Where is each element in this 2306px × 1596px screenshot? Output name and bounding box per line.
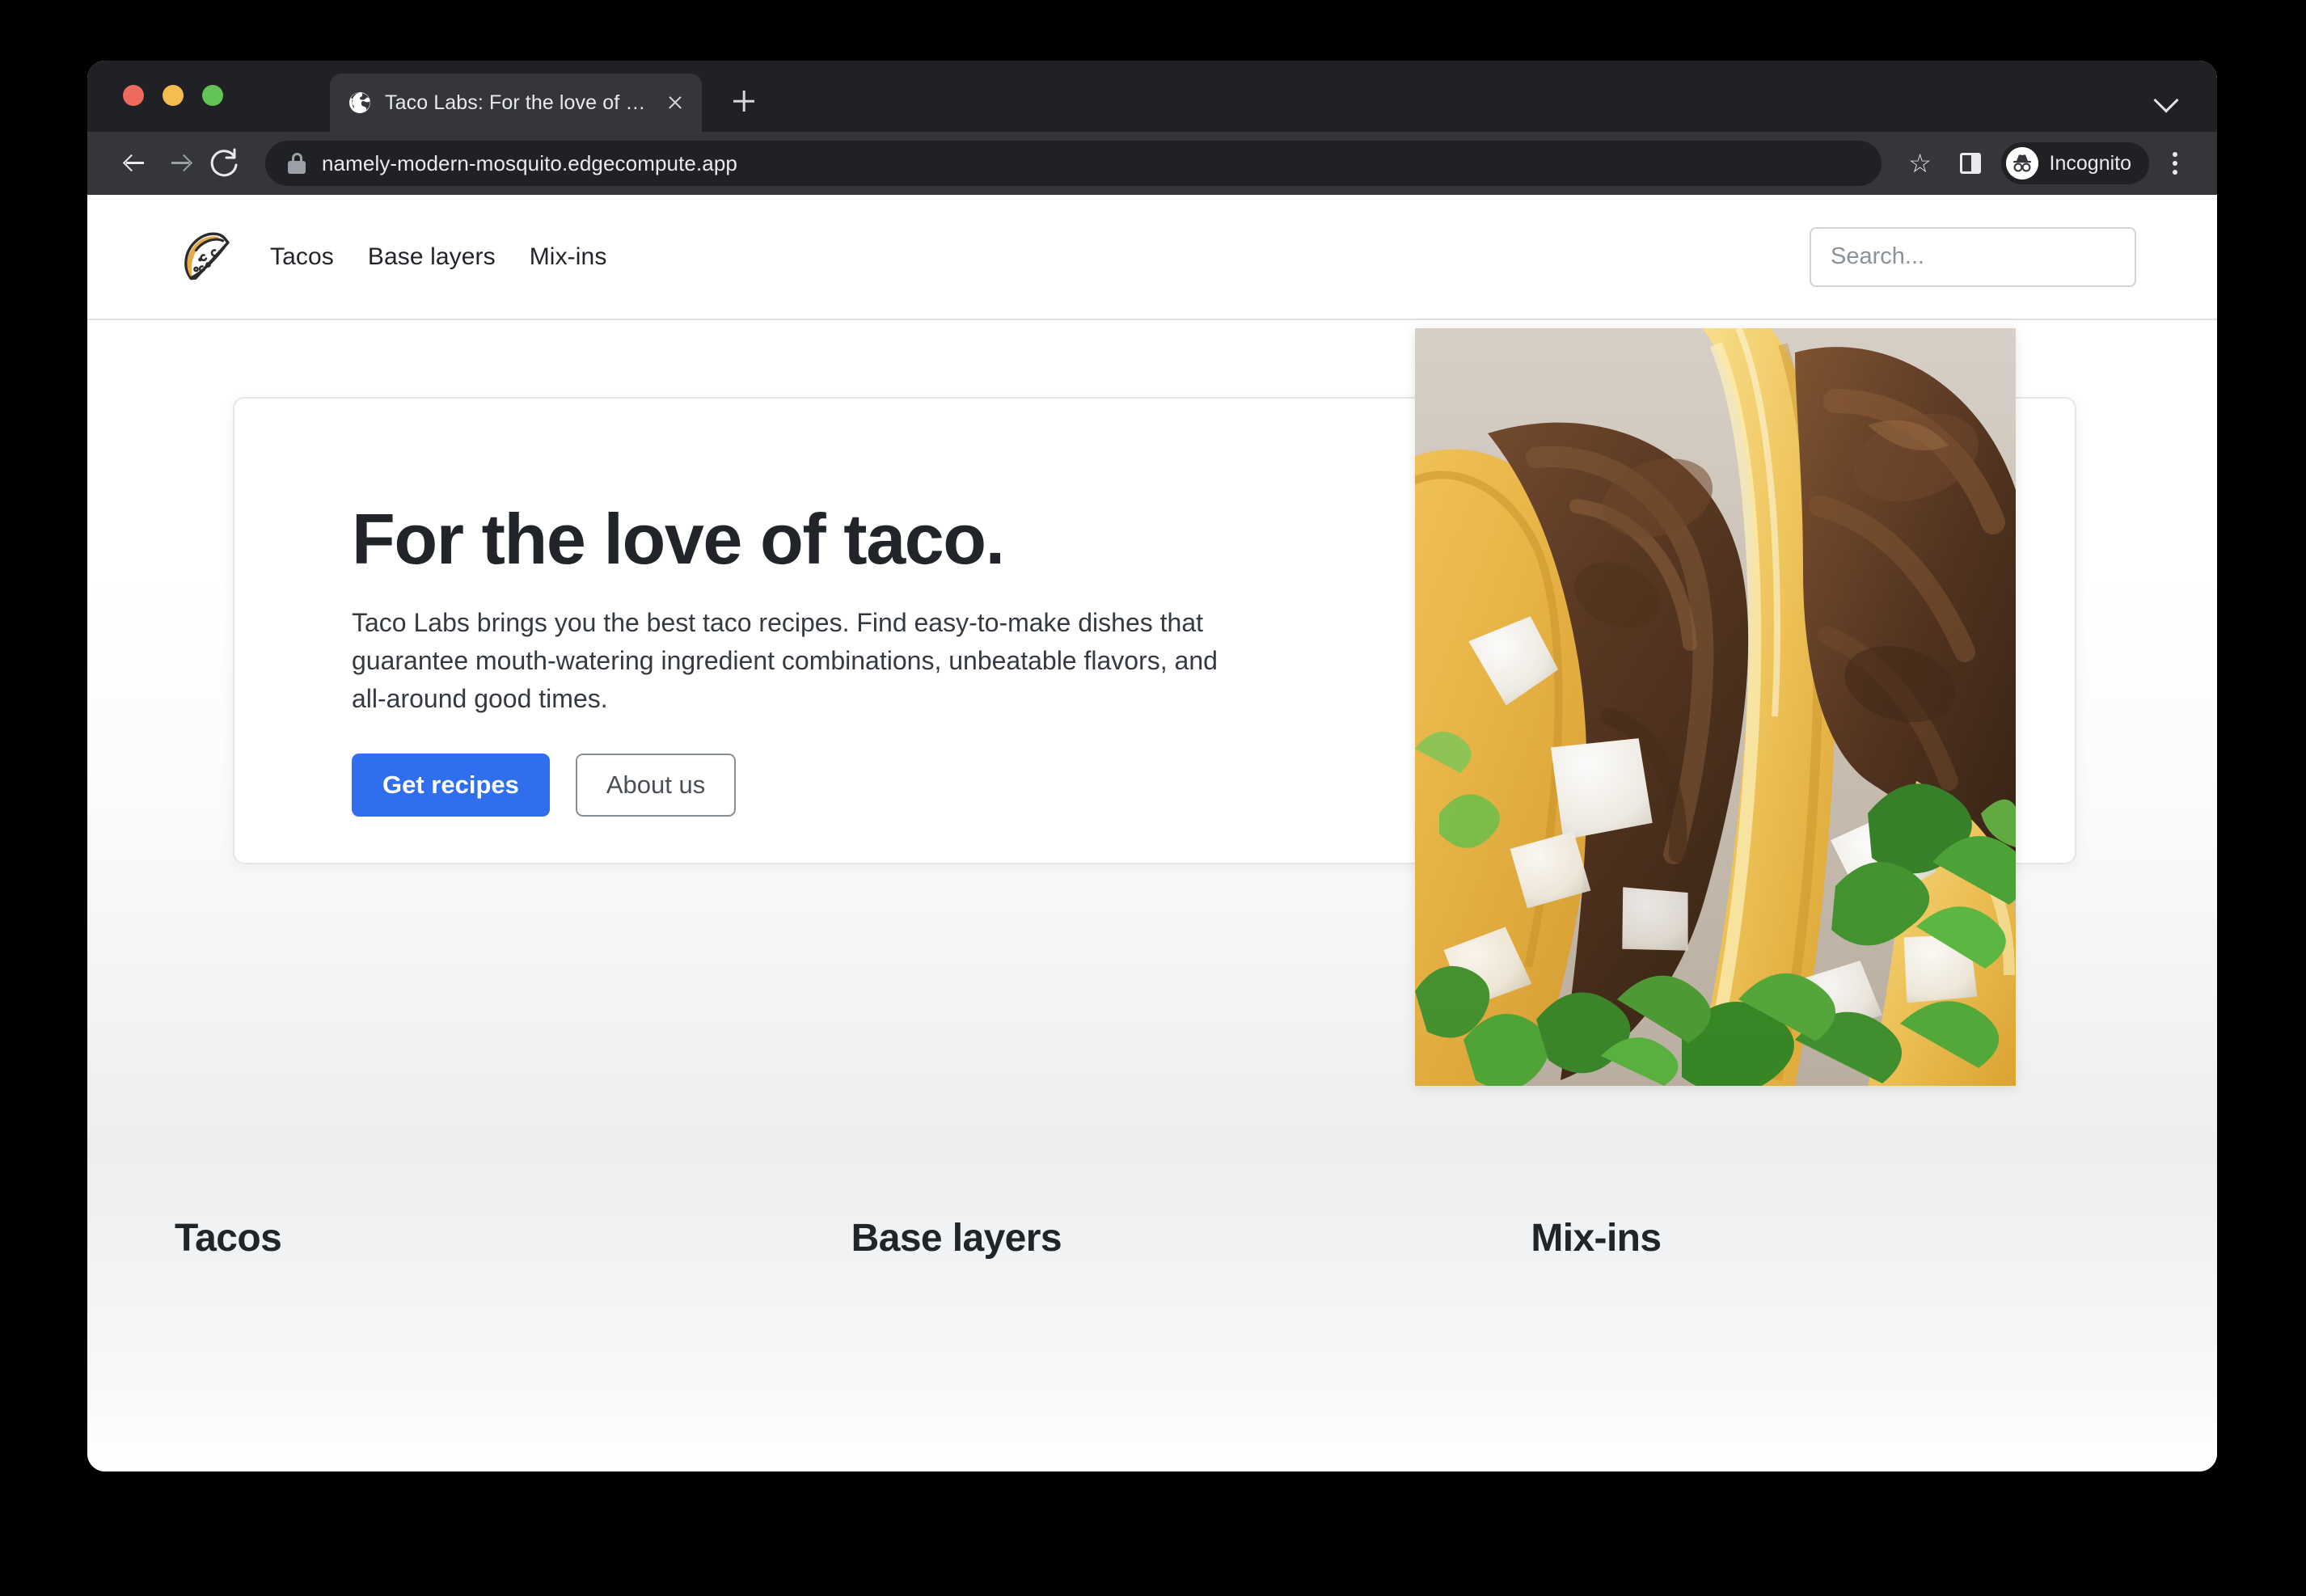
address-bar[interactable]: namely-modern-mosquito.edgecompute.app bbox=[265, 141, 1882, 186]
site-nav: Tacos Base layers Mix-ins bbox=[270, 243, 606, 271]
category-mix-ins[interactable]: Mix-ins bbox=[1450, 1216, 2130, 1260]
side-panel-icon[interactable] bbox=[1948, 141, 1993, 186]
star-icon[interactable]: ☆ bbox=[1898, 141, 1943, 186]
street-tacos-photo bbox=[1415, 328, 2016, 1086]
minimize-window-button[interactable] bbox=[163, 85, 184, 106]
hero-image bbox=[1415, 328, 2016, 1086]
globe-icon bbox=[348, 91, 372, 115]
kebab-menu-icon[interactable] bbox=[2156, 141, 2194, 186]
category-base-layers[interactable]: Base layers bbox=[774, 1216, 1451, 1260]
category-row: Tacos Base layers Mix-ins bbox=[87, 1216, 2217, 1260]
profile-button[interactable]: Incognito bbox=[2000, 142, 2149, 184]
hero-text-block: For the love of taco. Taco Labs brings y… bbox=[352, 499, 1322, 817]
about-us-button[interactable]: About us bbox=[575, 754, 737, 817]
nav-link-mix-ins[interactable]: Mix-ins bbox=[530, 243, 607, 271]
chevron-down-icon[interactable] bbox=[2152, 85, 2181, 114]
hero-actions: Get recipes About us bbox=[352, 754, 1322, 817]
url-text: namely-modern-mosquito.edgecompute.app bbox=[322, 150, 737, 175]
browser-toolbar: namely-modern-mosquito.edgecompute.app ☆… bbox=[87, 132, 2217, 195]
browser-window: Taco Labs: For the love of taco namely-m… bbox=[87, 61, 2217, 1471]
arrow-right-icon[interactable] bbox=[157, 141, 202, 186]
nav-link-tacos[interactable]: Tacos bbox=[270, 243, 334, 271]
browser-tab[interactable]: Taco Labs: For the love of taco bbox=[330, 74, 702, 132]
page-body: For the love of taco. Taco Labs brings y… bbox=[87, 320, 2217, 1470]
maximize-window-button[interactable] bbox=[202, 85, 223, 106]
page-title: For the love of taco. bbox=[352, 499, 1005, 579]
taco-logo-icon[interactable] bbox=[175, 226, 236, 288]
category-tacos[interactable]: Tacos bbox=[175, 1216, 774, 1260]
hero-subtitle: Taco Labs brings you the best taco recip… bbox=[352, 608, 1218, 714]
reload-icon[interactable] bbox=[202, 141, 247, 186]
nav-link-base-layers[interactable]: Base layers bbox=[368, 243, 496, 271]
category-title: Tacos bbox=[175, 1217, 282, 1260]
plus-icon[interactable] bbox=[726, 83, 762, 119]
site-header: Tacos Base layers Mix-ins bbox=[87, 195, 2217, 320]
search-box[interactable] bbox=[1810, 226, 2136, 287]
lock-icon bbox=[288, 153, 306, 174]
incognito-icon bbox=[2005, 147, 2038, 179]
category-title: Base layers bbox=[851, 1217, 1062, 1260]
close-icon[interactable] bbox=[663, 91, 687, 115]
tab-strip: Taco Labs: For the love of taco bbox=[87, 61, 2217, 132]
profile-label: Incognito bbox=[2049, 151, 2131, 175]
tab-title: Taco Labs: For the love of taco bbox=[385, 91, 650, 114]
page-viewport: Tacos Base layers Mix-ins For the love o… bbox=[87, 195, 2217, 1471]
get-recipes-button[interactable]: Get recipes bbox=[352, 754, 550, 817]
close-window-button[interactable] bbox=[123, 85, 144, 106]
category-title: Mix-ins bbox=[1531, 1217, 1662, 1260]
window-controls bbox=[123, 85, 223, 106]
arrow-left-icon[interactable] bbox=[112, 141, 157, 186]
search-input[interactable] bbox=[1831, 243, 2115, 270]
